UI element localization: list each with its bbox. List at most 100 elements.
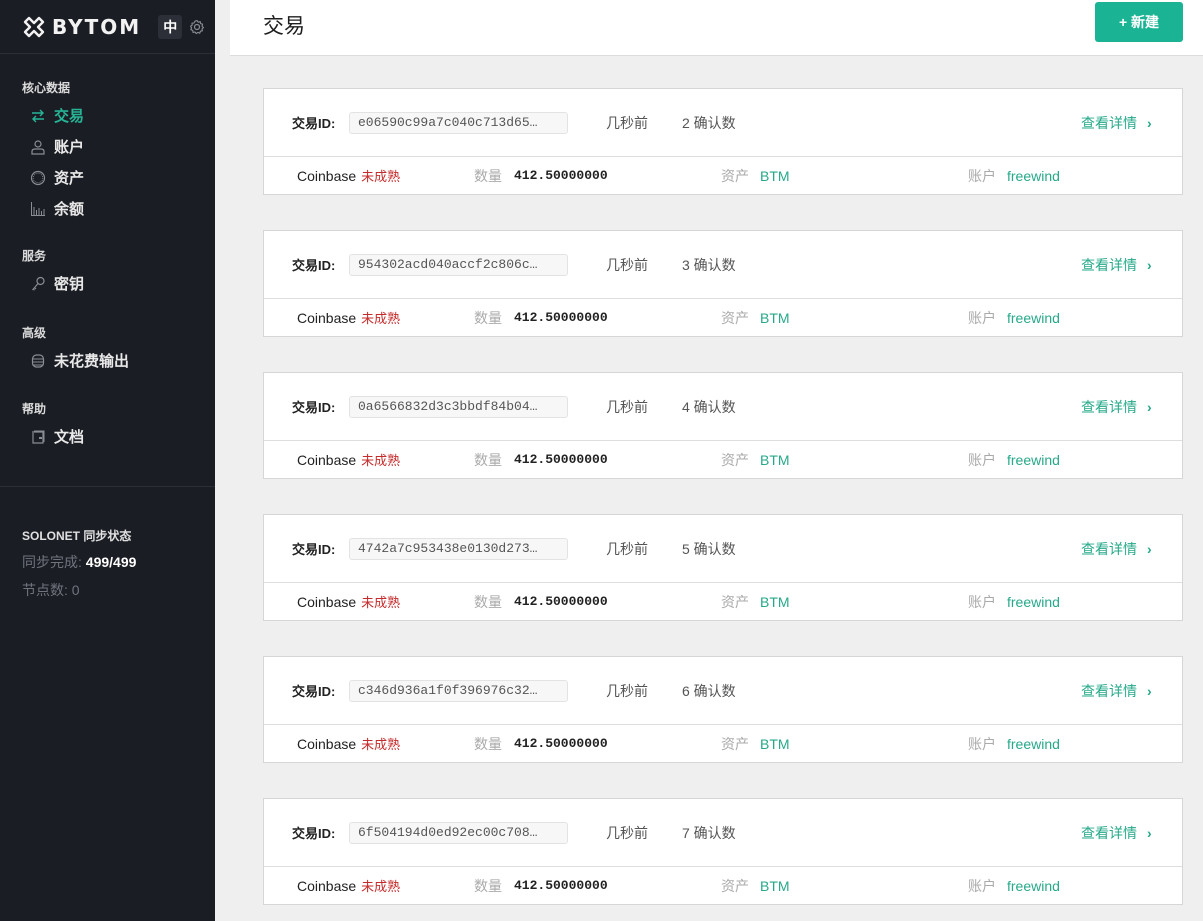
- confirmations: 7 确认数: [682, 824, 736, 841]
- transaction-io-row: Coinbase 未成熟 数量 412.50000000 资产 BTM 账户 fr…: [264, 441, 1182, 478]
- immature-status: 未成熟: [361, 453, 401, 468]
- io-type: Coinbase 未成熟: [297, 734, 400, 753]
- account-link[interactable]: freewind: [1007, 878, 1060, 894]
- sidebar: BYTOM 中 核心数据 交易 账户 资产 余额 服务 密钥 高级 未花费输出 …: [0, 0, 215, 921]
- sidebar-item-label: 资产: [54, 170, 85, 187]
- asset-link[interactable]: BTM: [760, 594, 790, 610]
- confirmations: 6 确认数: [682, 682, 736, 699]
- sidebar-item-balances[interactable]: 余额: [22, 193, 84, 224]
- transaction-id-field[interactable]: 0a6566832d3c3bbdf84b04…: [349, 396, 568, 418]
- view-details-link[interactable]: 查看详情 ›: [1081, 823, 1152, 843]
- io-type: Coinbase 未成熟: [297, 166, 400, 185]
- io-type-label: Coinbase: [297, 452, 357, 468]
- amount-label: 数量: [474, 167, 502, 184]
- brand-bar: BYTOM 中: [0, 0, 215, 54]
- transaction-time: 几秒前: [606, 114, 648, 131]
- view-details-link[interactable]: 查看详情 ›: [1081, 681, 1152, 701]
- chevron-right-icon: ›: [1147, 682, 1152, 699]
- transaction-time: 几秒前: [606, 824, 648, 841]
- nav-heading: 帮助: [22, 402, 47, 416]
- transaction-list: 交易ID: e06590c99a7c040c713d65… 几秒前 2 确认数 …: [263, 88, 1183, 921]
- sidebar-item-unspent-outputs[interactable]: 未花费输出: [22, 345, 129, 376]
- view-details-link[interactable]: 查看详情 ›: [1081, 113, 1152, 133]
- view-details-link[interactable]: 查看详情 ›: [1081, 539, 1152, 559]
- amount-value: 412.50000000: [514, 310, 608, 325]
- transaction-time: 几秒前: [606, 682, 648, 699]
- asset-link[interactable]: BTM: [760, 736, 790, 752]
- transaction-id-field[interactable]: e06590c99a7c040c713d65…: [349, 112, 568, 134]
- sidebar-item-accounts[interactable]: 账户: [22, 131, 84, 162]
- io-type-label: Coinbase: [297, 878, 357, 894]
- sync-status: SOLONET 同步状态 同步完成: 499/499 节点数: 0: [0, 486, 215, 600]
- account-link[interactable]: freewind: [1007, 168, 1060, 184]
- page-title: 交易: [263, 15, 305, 38]
- sidebar-item-label: 密钥: [54, 276, 85, 293]
- new-transaction-button[interactable]: + 新建: [1095, 2, 1183, 42]
- sidebar-item-label: 交易: [54, 108, 85, 125]
- account-label: 账户: [968, 309, 996, 326]
- view-details-link[interactable]: 查看详情 ›: [1081, 397, 1152, 417]
- transaction-id-field[interactable]: c346d936a1f0f396976c32…: [349, 680, 568, 702]
- sidebar-item-keys[interactable]: 密钥: [22, 268, 84, 299]
- key-icon: [30, 276, 46, 292]
- nav-section-help: 帮助 文档: [0, 400, 84, 452]
- io-type-label: Coinbase: [297, 310, 357, 326]
- account-link[interactable]: freewind: [1007, 452, 1060, 468]
- asset-link[interactable]: BTM: [760, 168, 790, 184]
- account-label: 账户: [968, 735, 996, 752]
- transaction-id-label: 交易ID:: [292, 116, 336, 131]
- sidebar-item-docs[interactable]: 文档: [22, 421, 84, 452]
- transaction-card: 交易ID: e06590c99a7c040c713d65… 几秒前 2 确认数 …: [263, 88, 1183, 195]
- account-label: 账户: [968, 451, 996, 468]
- transaction-time: 几秒前: [606, 256, 648, 273]
- circle-asset-icon: [30, 170, 46, 186]
- nav-heading: 核心数据: [22, 81, 71, 95]
- account-label: 账户: [968, 167, 996, 184]
- transaction-id-field[interactable]: 4742a7c953438e0130d273…: [349, 538, 568, 560]
- sidebar-item-label: 余额: [54, 201, 85, 218]
- view-details-label: 查看详情: [1081, 824, 1137, 841]
- account-label: 账户: [968, 593, 996, 610]
- transaction-card: 交易ID: c346d936a1f0f396976c32… 几秒前 6 确认数 …: [263, 656, 1183, 763]
- asset-link[interactable]: BTM: [760, 878, 790, 894]
- amount-value: 412.50000000: [514, 736, 608, 751]
- language-toggle-button[interactable]: 中: [158, 14, 183, 39]
- asset-label: 资产: [721, 877, 749, 894]
- transaction-id-label: 交易ID:: [292, 826, 336, 841]
- confirmations: 3 确认数: [682, 256, 736, 273]
- transaction-summary: 交易ID: 4742a7c953438e0130d273… 几秒前 5 确认数 …: [264, 515, 1182, 583]
- asset-link[interactable]: BTM: [760, 310, 790, 326]
- document-icon: [30, 429, 46, 445]
- transfer-arrows-icon: [30, 108, 46, 124]
- sidebar-item-transactions[interactable]: 交易: [22, 100, 84, 131]
- transaction-id-field[interactable]: 6f504194d0ed92ec00c708…: [349, 822, 568, 844]
- sidebar-item-assets[interactable]: 资产: [22, 162, 84, 193]
- view-details-label: 查看详情: [1081, 682, 1137, 699]
- transaction-card: 交易ID: 4742a7c953438e0130d273… 几秒前 5 确认数 …: [263, 514, 1183, 621]
- asset-link[interactable]: BTM: [760, 452, 790, 468]
- account-link[interactable]: freewind: [1007, 310, 1060, 326]
- sync-progress: 同步完成: 499/499: [22, 552, 215, 572]
- view-details-label: 查看详情: [1081, 540, 1137, 557]
- account-link[interactable]: freewind: [1007, 736, 1060, 752]
- nav-section-core-data: 核心数据 交易 账户 资产 余额: [0, 79, 84, 224]
- transaction-time: 几秒前: [606, 540, 648, 557]
- chevron-right-icon: ›: [1147, 824, 1152, 841]
- account-link[interactable]: freewind: [1007, 594, 1060, 610]
- transaction-summary: 交易ID: e06590c99a7c040c713d65… 几秒前 2 确认数 …: [264, 89, 1182, 157]
- gear-icon[interactable]: [189, 19, 205, 35]
- asset-label: 资产: [721, 309, 749, 326]
- node-count-label: 节点数:: [22, 582, 72, 598]
- nav-section-services: 服务 密钥: [0, 247, 84, 299]
- sync-status-title: SOLONET 同步状态: [22, 529, 132, 543]
- view-details-label: 查看详情: [1081, 256, 1137, 273]
- database-icon: [30, 353, 46, 369]
- transaction-id-field[interactable]: 954302acd040accf2c806c…: [349, 254, 568, 276]
- view-details-link[interactable]: 查看详情 ›: [1081, 255, 1152, 275]
- transaction-summary: 交易ID: 0a6566832d3c3bbdf84b04… 几秒前 4 确认数 …: [264, 373, 1182, 441]
- transaction-summary: 交易ID: c346d936a1f0f396976c32… 几秒前 6 确认数 …: [264, 657, 1182, 725]
- sync-progress-label: 同步完成:: [22, 554, 86, 570]
- asset-label: 资产: [721, 593, 749, 610]
- sidebar-item-label: 文档: [54, 429, 85, 446]
- amount-value: 412.50000000: [514, 452, 608, 467]
